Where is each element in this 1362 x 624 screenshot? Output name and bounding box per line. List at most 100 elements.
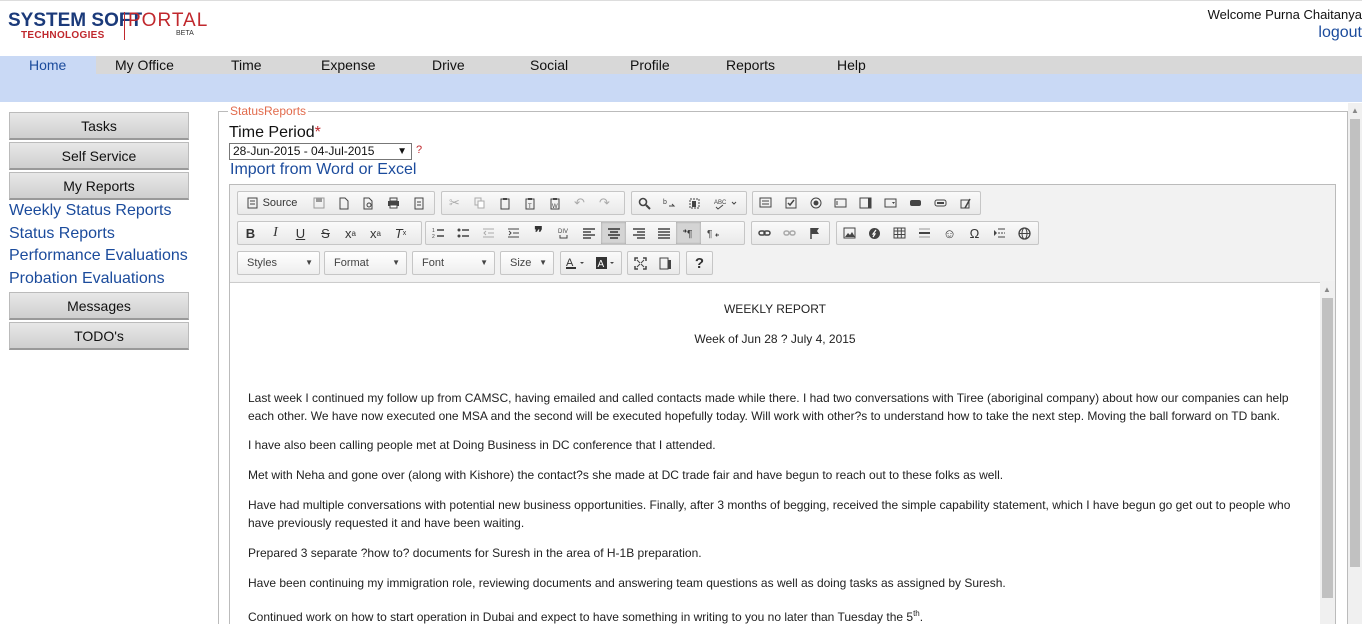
blockquote-icon[interactable]: ❞ bbox=[526, 222, 551, 244]
time-period-select[interactable]: 28-Jun-2015 - 04-Jul-2015 ▼ bbox=[229, 143, 412, 160]
hidden-field-icon[interactable] bbox=[953, 192, 978, 214]
remove-format-icon[interactable]: Tx bbox=[388, 222, 413, 244]
checkbox-icon[interactable] bbox=[778, 192, 803, 214]
select-all-icon[interactable] bbox=[682, 192, 707, 214]
text-color-icon[interactable]: A bbox=[561, 252, 591, 274]
source-label: Source bbox=[262, 197, 298, 209]
smiley-icon[interactable]: ☺ bbox=[937, 222, 962, 244]
scroll-up-icon[interactable]: ▲ bbox=[1323, 285, 1331, 294]
logout-link[interactable]: logout bbox=[1318, 24, 1362, 42]
page-break-icon[interactable] bbox=[987, 222, 1012, 244]
subscript-icon[interactable]: xa bbox=[338, 222, 363, 244]
table-icon[interactable] bbox=[887, 222, 912, 244]
nav-drive[interactable]: Drive bbox=[432, 56, 465, 74]
strikethrough-icon[interactable]: S bbox=[313, 222, 338, 244]
source-button[interactable]: Source bbox=[238, 192, 306, 214]
image-icon[interactable] bbox=[837, 222, 862, 244]
button-field-icon[interactable] bbox=[903, 192, 928, 214]
italic-icon[interactable]: I bbox=[263, 222, 288, 244]
text-field-icon[interactable] bbox=[828, 192, 853, 214]
templates-icon[interactable] bbox=[406, 192, 431, 214]
iframe-globe-icon[interactable] bbox=[1012, 222, 1037, 244]
image-button-icon[interactable] bbox=[928, 192, 953, 214]
sidebar-tasks-button[interactable]: Tasks bbox=[9, 112, 189, 140]
preview-icon[interactable] bbox=[356, 192, 381, 214]
paste-from-word-icon[interactable]: W bbox=[542, 192, 567, 214]
sidebar-todos-button[interactable]: TODO's bbox=[9, 322, 189, 350]
time-period-help[interactable]: ? bbox=[416, 144, 422, 156]
superscript-icon[interactable]: xa bbox=[363, 222, 388, 244]
bulleted-list-icon[interactable] bbox=[451, 222, 476, 244]
rich-text-editor: Source ✂ T W ↶ ↷ b ABC B I U S x a x a T… bbox=[229, 184, 1336, 624]
size-dropdown[interactable]: Size ▼ bbox=[500, 251, 554, 275]
redo-icon[interactable]: ↷ bbox=[592, 192, 617, 214]
align-center-icon[interactable] bbox=[601, 222, 626, 244]
increase-indent-icon[interactable] bbox=[501, 222, 526, 244]
flash-icon[interactable] bbox=[862, 222, 887, 244]
help-button[interactable]: ? bbox=[687, 252, 712, 274]
page-scrollbar[interactable]: ▲ bbox=[1348, 103, 1362, 624]
logo-main-text: SYSTEM SOFT bbox=[8, 10, 143, 31]
copy-icon[interactable] bbox=[467, 192, 492, 214]
editor-scrollbar-thumb[interactable] bbox=[1322, 298, 1333, 598]
sidebar-link-probation-evaluations[interactable]: Probation Evaluations bbox=[9, 270, 165, 288]
horizontal-line-icon[interactable] bbox=[912, 222, 937, 244]
numbered-list-icon[interactable]: 12 bbox=[426, 222, 451, 244]
justify-icon[interactable] bbox=[651, 222, 676, 244]
sidebar-messages-button[interactable]: Messages bbox=[9, 292, 189, 320]
text-direction-rtl-icon[interactable]: ¶ bbox=[701, 222, 726, 244]
page-scrollbar-thumb[interactable] bbox=[1350, 119, 1360, 567]
special-char-icon[interactable]: Ω bbox=[962, 222, 987, 244]
decrease-indent-icon[interactable] bbox=[476, 222, 501, 244]
format-dropdown[interactable]: Format ▼ bbox=[324, 251, 407, 275]
nav-time[interactable]: Time bbox=[231, 56, 262, 74]
font-dropdown[interactable]: Font ▼ bbox=[412, 251, 495, 275]
spellcheck-icon[interactable]: ABC bbox=[707, 192, 745, 214]
sidebar-my-reports-button[interactable]: My Reports bbox=[9, 172, 189, 200]
undo-icon[interactable]: ↶ bbox=[567, 192, 592, 214]
radio-icon[interactable] bbox=[803, 192, 828, 214]
replace-icon[interactable]: b bbox=[657, 192, 682, 214]
nav-social[interactable]: Social bbox=[530, 56, 568, 74]
nav-reports[interactable]: Reports bbox=[726, 56, 775, 74]
company-logo[interactable]: SYSTEM SOFT TECHNOLOGIES PORTAL BETA bbox=[8, 10, 207, 41]
nav-my-office[interactable]: My Office bbox=[115, 56, 174, 74]
nav-home[interactable]: Home bbox=[0, 56, 96, 74]
select-field-icon[interactable] bbox=[878, 192, 903, 214]
background-color-icon[interactable]: A bbox=[591, 252, 621, 274]
form-icon[interactable] bbox=[753, 192, 778, 214]
maximize-icon[interactable] bbox=[628, 252, 653, 274]
show-blocks-icon[interactable] bbox=[653, 252, 678, 274]
paste-icon[interactable] bbox=[492, 192, 517, 214]
new-page-icon[interactable] bbox=[331, 192, 356, 214]
anchor-flag-icon[interactable] bbox=[802, 222, 827, 244]
align-left-icon[interactable] bbox=[576, 222, 601, 244]
save-icon[interactable] bbox=[306, 192, 331, 214]
page-scroll-up-icon[interactable]: ▲ bbox=[1351, 106, 1359, 115]
link-icon[interactable] bbox=[752, 222, 777, 244]
sidebar-self-service-button[interactable]: Self Service bbox=[9, 142, 189, 170]
print-icon[interactable] bbox=[381, 192, 406, 214]
editor-scrollbar[interactable]: ▲ bbox=[1320, 282, 1335, 624]
styles-dropdown[interactable]: Styles ▼ bbox=[237, 251, 320, 275]
editor-content[interactable]: WEEKLY REPORT Week of Jun 28 ? July 4, 2… bbox=[230, 282, 1320, 624]
import-from-word-excel-link[interactable]: Import from Word or Excel bbox=[230, 161, 416, 179]
nav-profile[interactable]: Profile bbox=[630, 56, 670, 74]
text-direction-ltr-icon[interactable]: ¶ bbox=[676, 222, 701, 244]
create-div-icon[interactable]: DIV bbox=[551, 222, 576, 244]
textarea-icon[interactable] bbox=[853, 192, 878, 214]
align-right-icon[interactable] bbox=[626, 222, 651, 244]
underline-icon[interactable]: U bbox=[288, 222, 313, 244]
cut-icon[interactable]: ✂ bbox=[442, 192, 467, 214]
nav-expense[interactable]: Expense bbox=[321, 56, 375, 74]
sidebar-link-performance-evaluations[interactable]: Performance Evaluations bbox=[9, 247, 188, 265]
paste-text-icon[interactable]: T bbox=[517, 192, 542, 214]
report-heading: WEEKLY REPORT bbox=[723, 302, 827, 316]
sidebar-link-weekly-status-reports[interactable]: Weekly Status Reports bbox=[9, 202, 171, 220]
bold-icon[interactable]: B bbox=[238, 222, 263, 244]
sidebar-link-status-reports[interactable]: Status Reports bbox=[9, 225, 115, 243]
find-icon[interactable] bbox=[632, 192, 657, 214]
last-paragraph-end: . bbox=[919, 610, 924, 624]
nav-help[interactable]: Help bbox=[837, 56, 866, 74]
unlink-icon[interactable] bbox=[777, 222, 802, 244]
